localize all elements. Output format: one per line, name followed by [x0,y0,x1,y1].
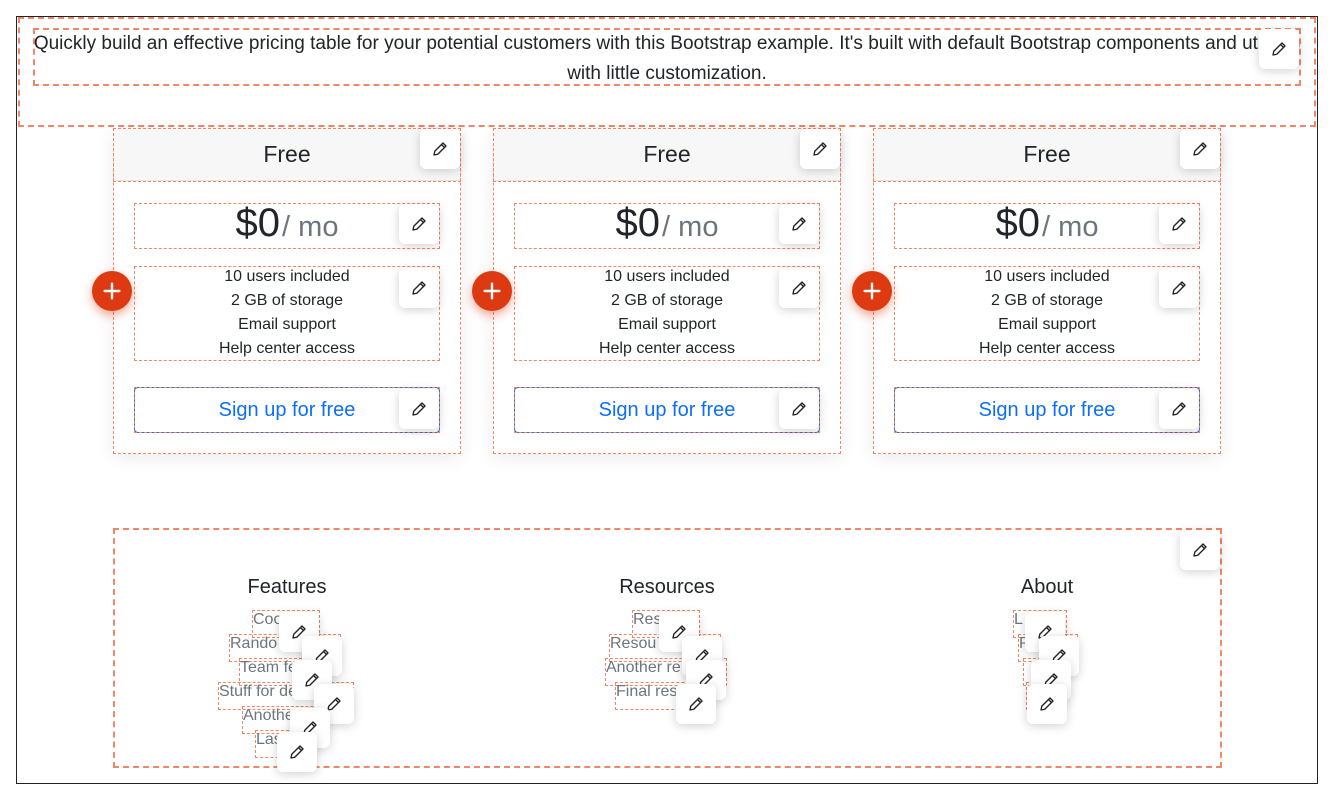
pencil-icon [1040,697,1054,711]
features-list: 10 users included 2 GB of storage Email su… [894,265,1200,361]
intro-text: Quickly build an effective pricing table… [33,33,1301,84]
plus-icon [103,282,121,300]
features-list: 10 users included 2 GB of storage Email su… [514,265,820,361]
price-period: / mo [282,211,339,243]
footer-edit-button[interactable] [1180,530,1220,570]
signup-label: Sign up for free [978,398,1116,421]
pencil-icon [1172,281,1186,295]
add-block-button[interactable] [852,271,892,311]
footer-link[interactable]: Res [633,611,661,629]
pencil-icon [689,697,703,711]
feature-item: Help center access [598,340,736,357]
features-edit-button[interactable] [1159,268,1199,308]
pencil-icon [792,402,806,416]
feature-item: Help center access [218,340,356,357]
pencil-icon [1193,543,1207,557]
feature-item: 2 GB of storage [610,292,724,309]
pencil-icon [792,281,806,295]
plus-icon [483,282,501,300]
pencil-icon [792,217,806,231]
footer-link[interactable]: L [1014,611,1023,629]
signup-button[interactable]: Sign up for free [894,387,1200,433]
plan-price: $0/ mo [894,201,1200,247]
pencil-icon [433,142,447,156]
pencil-icon [412,281,426,295]
pencil-icon [412,402,426,416]
price-period: / mo [1042,211,1099,243]
footer-link[interactable]: Another re [606,659,681,677]
features-list: 10 users included 2 GB of storage Email su… [134,265,440,361]
footer-column-title: Resources [619,576,715,598]
card-header-edit-button[interactable] [800,129,840,169]
signup-edit-button[interactable] [1159,389,1199,429]
pencil-icon [290,745,304,759]
card-header-outline [873,128,1221,182]
plus-icon [863,282,881,300]
footer-link-edit-button[interactable] [1027,684,1067,724]
plan-price: $0/ mo [514,201,820,247]
signup-label: Sign up for free [218,398,356,421]
footer-link[interactable]: Resou [610,635,656,653]
pencil-icon [813,142,827,156]
pencil-icon [1172,217,1186,231]
card-header-edit-button[interactable] [420,129,460,169]
price-edit-button[interactable] [779,204,819,244]
add-block-button[interactable] [92,271,132,311]
feature-item: Email support [618,316,716,333]
signup-button[interactable]: Sign up for free [134,387,440,433]
footer-link-edit-button[interactable] [676,684,716,724]
price-amount: $0 [995,201,1041,245]
price-period: / mo [662,211,719,243]
signup-edit-button[interactable] [779,389,819,429]
price-edit-button[interactable] [1159,204,1199,244]
footer-column-title: Features [247,576,327,598]
feature-item: Email support [998,316,1096,333]
price-edit-button[interactable] [399,204,439,244]
footer-link[interactable]: Team fe [240,659,297,677]
signup-edit-button[interactable] [399,389,439,429]
pencil-icon [1272,42,1286,56]
footer-link[interactable]: Stuff for de [219,683,297,701]
signup-button[interactable]: Sign up for free [514,387,820,433]
footer-link-edit-button[interactable] [277,732,317,772]
footer-column-title: About [1020,576,1074,598]
card-header-outline [113,128,461,182]
footer-link[interactable]: Anothe [243,707,294,725]
footer-link[interactable]: Final res [616,683,677,701]
feature-item: 10 users included [984,268,1110,285]
pencil-icon [1172,402,1186,416]
footer-link[interactable]: Rando [230,635,277,653]
card-header-outline [493,128,841,182]
intro-edit-button[interactable] [1259,29,1299,69]
feature-item: 2 GB of storage [990,292,1104,309]
price-amount: $0 [235,201,281,245]
feature-item: Help center access [978,340,1116,357]
features-edit-button[interactable] [399,268,439,308]
pencil-icon [412,217,426,231]
plan-price: $0/ mo [134,201,440,247]
signup-label: Sign up for free [598,398,736,421]
price-amount: $0 [615,201,661,245]
feature-item: 10 users included [604,268,730,285]
footer-link[interactable]: Coo [253,611,282,629]
add-block-button[interactable] [472,271,512,311]
feature-item: 10 users included [224,268,350,285]
feature-item: 2 GB of storage [230,292,344,309]
card-header-edit-button[interactable] [1180,129,1220,169]
feature-item: Email support [238,316,336,333]
pencil-icon [1193,142,1207,156]
features-edit-button[interactable] [779,268,819,308]
